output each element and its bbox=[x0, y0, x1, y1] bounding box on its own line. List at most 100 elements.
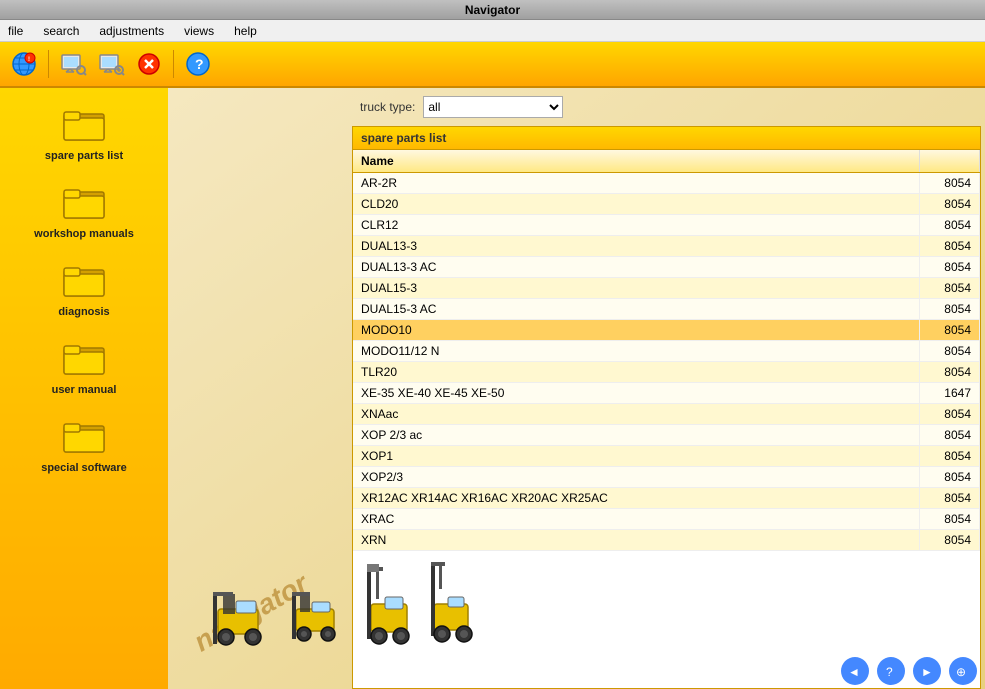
column-code bbox=[920, 150, 980, 173]
title-bar: Navigator bbox=[0, 0, 985, 20]
cell-code: 8054 bbox=[920, 446, 980, 467]
cell-code: 8054 bbox=[920, 236, 980, 257]
table-header-row: Name bbox=[353, 150, 980, 173]
table-row[interactable]: XRN8054 bbox=[353, 530, 980, 551]
cell-name: XRN bbox=[353, 530, 920, 551]
cell-code: 8054 bbox=[920, 530, 980, 551]
forklift-icon-2 bbox=[288, 564, 353, 649]
table-row[interactable]: MODO108054 bbox=[353, 320, 980, 341]
cell-code: 8054 bbox=[920, 299, 980, 320]
cell-name: MODO10 bbox=[353, 320, 920, 341]
toolbar-separator-1 bbox=[48, 50, 49, 78]
sidebar-label-special-software: special software bbox=[41, 462, 127, 474]
cell-name: AR-2R bbox=[353, 173, 920, 194]
sidebar-item-spare-parts[interactable]: spare parts list bbox=[14, 98, 154, 168]
bottom-icon-4[interactable]: ⊕ bbox=[949, 657, 977, 685]
cell-code: 8054 bbox=[920, 320, 980, 341]
sidebar-label-workshop: workshop manuals bbox=[34, 228, 134, 240]
panel-header: spare parts list bbox=[352, 126, 981, 149]
content-area: navigator bbox=[168, 88, 985, 689]
cell-name: CLR12 bbox=[353, 215, 920, 236]
cell-code: 1647 bbox=[920, 383, 980, 404]
svg-text:!: ! bbox=[28, 57, 30, 63]
browse-button[interactable] bbox=[57, 48, 89, 80]
svg-text:?: ? bbox=[886, 665, 893, 679]
sidebar-item-diagnosis[interactable]: diagnosis bbox=[14, 254, 154, 324]
cell-name: XOP 2/3 ac bbox=[353, 425, 920, 446]
spare-parts-table: Name AR-2R8054CLD208054CLR128054DUAL13-3… bbox=[353, 150, 980, 551]
cell-name: XOP2/3 bbox=[353, 467, 920, 488]
cell-code: 8054 bbox=[920, 404, 980, 425]
folder-icon-user-manual bbox=[62, 338, 106, 382]
table-row[interactable]: TLR208054 bbox=[353, 362, 980, 383]
bottom-icon-1[interactable]: ◄ bbox=[841, 657, 869, 685]
zoom-button[interactable] bbox=[95, 48, 127, 80]
cell-code: 8054 bbox=[920, 362, 980, 383]
table-row[interactable]: CLR128054 bbox=[353, 215, 980, 236]
sidebar: spare parts list workshop manuals diag bbox=[0, 88, 168, 689]
filter-row: truck type: all XR XE XOP TLR DUAL MODO bbox=[348, 88, 985, 126]
menu-search[interactable]: search bbox=[39, 22, 83, 40]
table-row[interactable]: MODO11/12 N8054 bbox=[353, 341, 980, 362]
cell-code: 8054 bbox=[920, 215, 980, 236]
forklift-icon-1 bbox=[208, 559, 278, 649]
sidebar-item-user-manual[interactable]: user manual bbox=[14, 332, 154, 402]
table-row[interactable]: AR-2R8054 bbox=[353, 173, 980, 194]
table-row[interactable]: XOP18054 bbox=[353, 446, 980, 467]
table-row[interactable]: XNAac8054 bbox=[353, 404, 980, 425]
cell-code: 8054 bbox=[920, 467, 980, 488]
bottom-icon-2[interactable]: ? bbox=[877, 657, 905, 685]
app-title: Navigator bbox=[465, 3, 520, 17]
folder-icon-workshop bbox=[62, 182, 106, 226]
cell-name: DUAL13-3 AC bbox=[353, 257, 920, 278]
table-row[interactable]: XOP2/38054 bbox=[353, 467, 980, 488]
sidebar-item-special-software[interactable]: special software bbox=[14, 410, 154, 480]
sidebar-label-user-manual: user manual bbox=[52, 384, 117, 396]
table-row[interactable]: DUAL15-3 AC8054 bbox=[353, 299, 980, 320]
table-row[interactable]: XR12AC XR14AC XR16AC XR20AC XR25AC8054 bbox=[353, 488, 980, 509]
truck-type-label: truck type: bbox=[360, 100, 415, 114]
help-button[interactable]: ? bbox=[182, 48, 214, 80]
table-row[interactable]: DUAL15-38054 bbox=[353, 278, 980, 299]
forklift-illustrations bbox=[208, 549, 478, 649]
menu-adjustments[interactable]: adjustments bbox=[95, 22, 168, 40]
cell-name: DUAL13-3 bbox=[353, 236, 920, 257]
cell-code: 8054 bbox=[920, 173, 980, 194]
svg-text:◄: ◄ bbox=[848, 665, 860, 679]
bottom-icon-3[interactable]: ► bbox=[913, 657, 941, 685]
sidebar-item-workshop-manuals[interactable]: workshop manuals bbox=[14, 176, 154, 246]
cell-code: 8054 bbox=[920, 509, 980, 530]
table-row[interactable]: DUAL13-3 AC8054 bbox=[353, 257, 980, 278]
table-body: AR-2R8054CLD208054CLR128054DUAL13-38054D… bbox=[353, 173, 980, 551]
cell-name: XRAC bbox=[353, 509, 920, 530]
table-row[interactable]: XRAC8054 bbox=[353, 509, 980, 530]
toolbar: ! bbox=[0, 42, 985, 88]
cell-code: 8054 bbox=[920, 278, 980, 299]
table-row[interactable]: XE-35 XE-40 XE-45 XE-501647 bbox=[353, 383, 980, 404]
cell-name: XOP1 bbox=[353, 446, 920, 467]
table-row[interactable]: DUAL13-38054 bbox=[353, 236, 980, 257]
truck-type-select[interactable]: all XR XE XOP TLR DUAL MODO bbox=[423, 96, 563, 118]
menu-file[interactable]: file bbox=[4, 22, 27, 40]
cell-code: 8054 bbox=[920, 488, 980, 509]
svg-text:?: ? bbox=[195, 56, 204, 72]
cell-code: 8054 bbox=[920, 194, 980, 215]
cell-name: XE-35 XE-40 XE-45 XE-50 bbox=[353, 383, 920, 404]
cell-code: 8054 bbox=[920, 257, 980, 278]
menu-help[interactable]: help bbox=[230, 22, 261, 40]
cell-name: CLD20 bbox=[353, 194, 920, 215]
folder-icon-spare-parts bbox=[62, 104, 106, 148]
svg-text:►: ► bbox=[921, 665, 933, 679]
column-name: Name bbox=[353, 150, 920, 173]
cell-name: TLR20 bbox=[353, 362, 920, 383]
cell-code: 8054 bbox=[920, 341, 980, 362]
globe-button[interactable]: ! bbox=[8, 48, 40, 80]
folder-icon-special-software bbox=[62, 416, 106, 460]
menu-views[interactable]: views bbox=[180, 22, 218, 40]
table-row[interactable]: CLD208054 bbox=[353, 194, 980, 215]
svg-text:⊕: ⊕ bbox=[956, 665, 966, 679]
menu-bar: file search adjustments views help bbox=[0, 20, 985, 42]
cell-name: XR12AC XR14AC XR16AC XR20AC XR25AC bbox=[353, 488, 920, 509]
stop-button[interactable] bbox=[133, 48, 165, 80]
table-row[interactable]: XOP 2/3 ac8054 bbox=[353, 425, 980, 446]
